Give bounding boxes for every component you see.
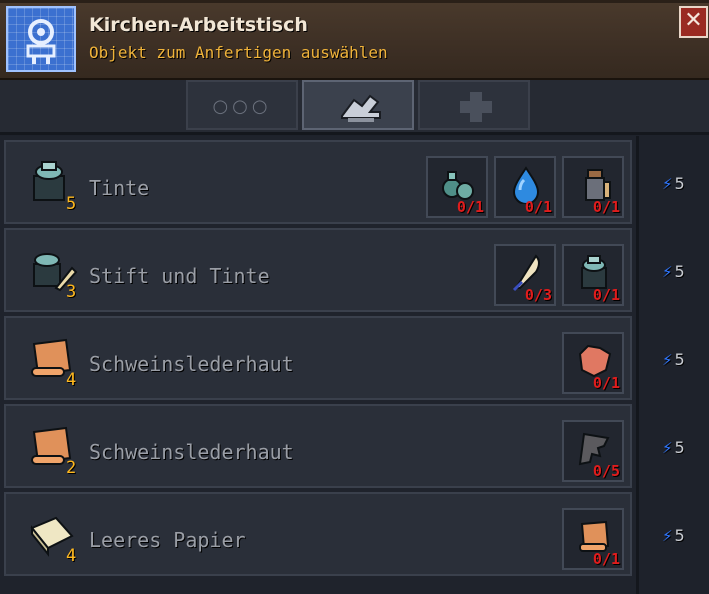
ingredient-qty: 0/1 — [592, 550, 620, 568]
energy-bolt-icon: ⚡ — [662, 175, 673, 193]
recipe-yield-count: 5 — [66, 194, 77, 214]
ingredient-slot[interactable]: 0/1 — [494, 156, 556, 218]
energy-bolt-icon: ⚡ — [662, 527, 673, 545]
tab-crafting[interactable] — [302, 80, 414, 130]
energy-cost-value: 5 — [674, 350, 685, 369]
ingredient-qty: 0/1 — [524, 198, 552, 216]
tab-bar: ○○○ — [0, 80, 709, 135]
energy-bolt-icon: ⚡ — [662, 263, 673, 281]
recipe-name: Leeres Papier — [89, 528, 246, 552]
energy-bolt-icon: ⚡ — [662, 439, 673, 457]
recipe-row[interactable]: 3 Stift und Tinte 0/3 0/1 ⚡ 5 — [4, 228, 685, 312]
ingredient-qty: 0/1 — [592, 286, 620, 304]
workbench-blueprint-icon — [6, 6, 76, 72]
more-dots-icon: ○○○ — [212, 96, 272, 117]
crafting-anvil-icon — [341, 94, 381, 122]
recipe-name: Stift und Tinte — [89, 264, 270, 288]
header-border — [0, 0, 709, 3]
energy-cost-value: 5 — [674, 526, 685, 545]
energy-cost-value: 5 — [674, 438, 685, 457]
recipe-yield-count: 4 — [66, 546, 77, 566]
ingredient-slot[interactable]: 0/1 — [562, 332, 624, 394]
tab-add[interactable] — [418, 80, 530, 130]
energy-cost: ⚡ 5 — [662, 438, 702, 457]
window-subtitle: Objekt zum Anfertigen auswählen — [89, 43, 388, 62]
energy-cost-value: 5 — [674, 262, 685, 281]
energy-cost: ⚡ 5 — [662, 262, 702, 281]
recipe-name: Tinte — [89, 176, 150, 200]
recipe-list: 5 Tinte 0/1 0/1 0/1 ⚡ 5 3 Stift und Tint… — [0, 136, 685, 594]
ingredient-qty: 0/1 — [592, 198, 620, 216]
recipe-row[interactable]: 4 Leeres Papier 0/1 ⚡ 5 — [4, 492, 685, 576]
energy-bolt-icon: ⚡ — [662, 351, 673, 369]
ingredient-qty: 0/3 — [524, 286, 552, 304]
energy-cost-value: 5 — [674, 174, 685, 193]
ingredient-qty: 0/1 — [456, 198, 484, 216]
recipe-name: Schweinslederhaut — [89, 440, 294, 464]
recipe-yield-count: 2 — [66, 458, 77, 478]
ingredient-slot[interactable]: 0/5 — [562, 420, 624, 482]
window-header: Kirchen-Arbeitstisch Objekt zum Anfertig… — [0, 0, 709, 80]
close-icon: ✕ — [684, 8, 703, 33]
recipe-name: Schweinslederhaut — [89, 352, 294, 376]
energy-cost: ⚡ 5 — [662, 350, 702, 369]
recipe-row[interactable]: 4 Schweinslederhaut 0/1 ⚡ 5 — [4, 316, 685, 400]
energy-cost: ⚡ 5 — [662, 174, 702, 193]
recipe-row[interactable]: 5 Tinte 0/1 0/1 0/1 ⚡ 5 — [4, 140, 685, 224]
ingredient-slot[interactable]: 0/1 — [562, 508, 624, 570]
ingredient-qty: 0/5 — [592, 462, 620, 480]
recipe-yield-count: 4 — [66, 370, 77, 390]
ingredient-slot[interactable]: 0/1 — [562, 244, 624, 306]
close-button[interactable]: ✕ — [679, 6, 708, 38]
energy-cost: ⚡ 5 — [662, 526, 702, 545]
ingredient-slot[interactable]: 0/1 — [562, 156, 624, 218]
ingredient-slot[interactable]: 0/3 — [494, 244, 556, 306]
window-title: Kirchen-Arbeitstisch — [89, 14, 308, 36]
plus-icon — [460, 92, 492, 122]
recipe-row[interactable]: 2 Schweinslederhaut 0/5 ⚡ 5 — [4, 404, 685, 488]
ingredient-qty: 0/1 — [592, 374, 620, 392]
recipe-yield-count: 3 — [66, 282, 77, 302]
tab-more[interactable]: ○○○ — [186, 80, 298, 130]
ingredient-slot[interactable]: 0/1 — [426, 156, 488, 218]
